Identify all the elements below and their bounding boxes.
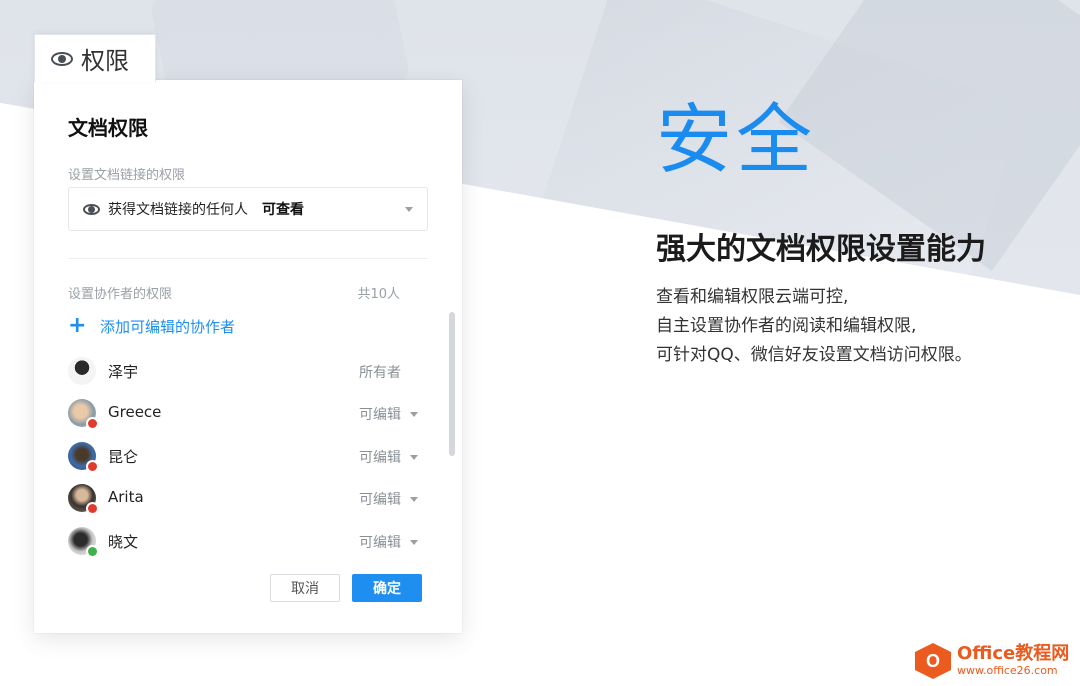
watermark: O Office教程网 www.office26.com — [915, 636, 1080, 686]
avatar — [68, 399, 99, 430]
wechat-badge-icon — [86, 545, 99, 558]
hero-description-line: 查看和编辑权限云端可控, — [656, 287, 849, 307]
permission-tab[interactable]: 权限 — [34, 34, 156, 82]
add-collaborator-button[interactable]: + 添加可编辑的协作者 — [68, 315, 235, 337]
member-row: 泽宇 所有者 — [68, 357, 428, 387]
link-permission-select[interactable]: 获得文档链接的任何人 可查看 — [68, 187, 428, 231]
avatar — [68, 484, 99, 515]
eye-icon — [51, 51, 73, 66]
panel-title: 文档权限 — [68, 116, 148, 140]
plus-icon: + — [68, 313, 87, 338]
member-name: Arita — [108, 488, 144, 506]
collaborator-permission-label: 设置协作者的权限 — [68, 287, 173, 302]
chevron-down-icon — [410, 540, 418, 545]
member-role: 可编辑 — [359, 407, 401, 423]
divider — [68, 258, 428, 259]
link-permission-label: 设置文档链接的权限 — [68, 168, 186, 183]
member-row: 晓文 可编辑 — [68, 527, 428, 558]
member-row: Arita 可编辑 — [68, 484, 428, 515]
scrollbar[interactable] — [449, 312, 455, 456]
watermark-url: www.office26.com — [957, 664, 1058, 677]
member-name: Greece — [108, 403, 162, 421]
chevron-down-icon — [410, 412, 418, 417]
chevron-down-icon — [410, 455, 418, 460]
office-logo-icon: O — [915, 643, 951, 679]
watermark-title: Office教程网 — [957, 643, 1070, 664]
avatar — [68, 527, 99, 558]
hero-subhead: 强大的文档权限设置能力 — [656, 232, 986, 267]
chevron-down-icon — [405, 207, 413, 212]
qq-badge-icon — [86, 417, 99, 430]
hero-description-line: 可针对QQ、微信好友设置文档访问权限。 — [656, 345, 972, 365]
avatar — [68, 357, 96, 385]
hero-description: 查看和编辑权限云端可控, 自主设置协作者的阅读和编辑权限, 可针对QQ、微信好友… — [656, 283, 972, 370]
add-collaborator-label: 添加可编辑的协作者 — [100, 317, 236, 336]
hero-headline: 安全 — [656, 95, 816, 184]
link-permission-value: 可查看 — [262, 202, 304, 218]
avatar — [68, 442, 99, 473]
member-name: 泽宇 — [108, 363, 139, 381]
member-role: 可编辑 — [359, 492, 401, 508]
document-permission-panel: 文档权限 设置文档链接的权限 获得文档链接的任何人 可查看 设置协作者的权限 共… — [34, 80, 462, 633]
member-role: 可编辑 — [359, 535, 401, 551]
tab-label: 权限 — [81, 47, 129, 75]
chevron-down-icon — [410, 497, 418, 502]
qq-badge-icon — [86, 502, 99, 515]
member-role: 可编辑 — [359, 450, 401, 466]
member-name: 晓文 — [108, 533, 139, 551]
member-row: 昆仑 可编辑 — [68, 442, 428, 473]
member-role: 所有者 — [359, 365, 401, 381]
member-row: Greece 可编辑 — [68, 399, 428, 430]
hero-description-line: 自主设置协作者的阅读和编辑权限, — [656, 316, 917, 336]
link-scope-text: 获得文档链接的任何人 — [108, 202, 248, 218]
confirm-button[interactable]: 确定 — [352, 574, 422, 602]
collaborator-count: 共10人 — [357, 287, 400, 302]
eye-icon — [83, 203, 100, 215]
cancel-button[interactable]: 取消 — [270, 574, 340, 602]
qq-badge-icon — [86, 460, 99, 473]
member-name: 昆仑 — [108, 448, 139, 466]
